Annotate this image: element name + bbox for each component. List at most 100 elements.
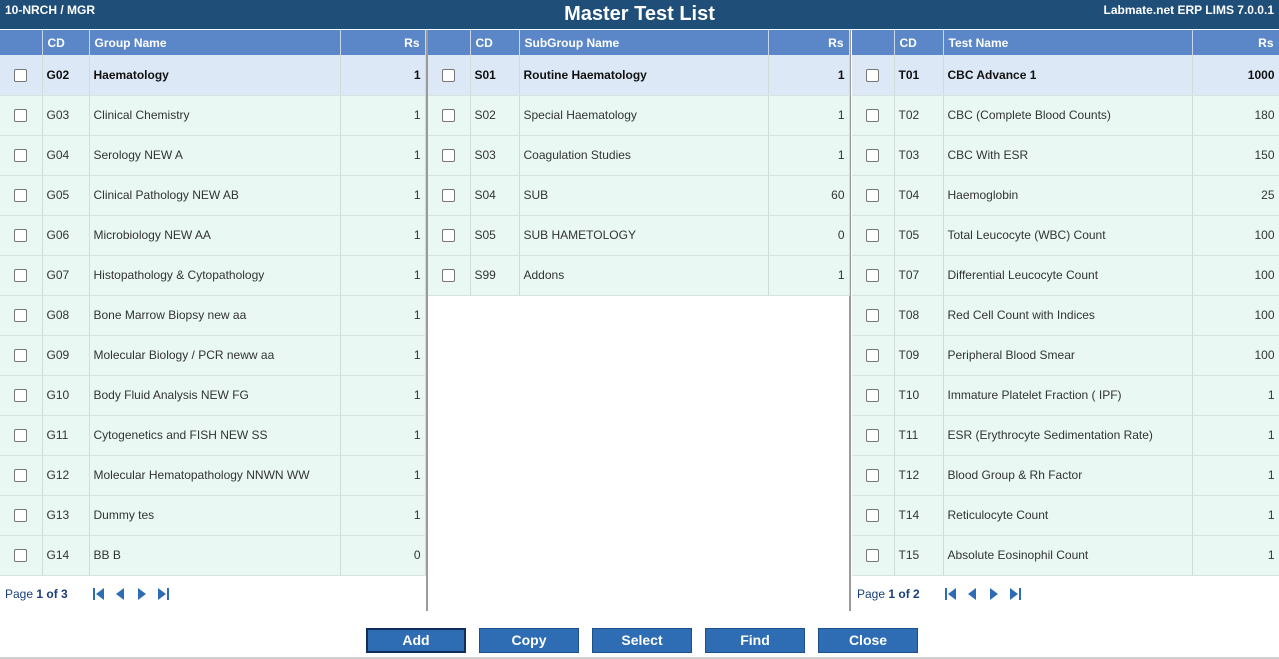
subgroup-name-column-header[interactable]: SubGroup Name <box>519 30 769 55</box>
table-row[interactable]: T09 Peripheral Blood Smear 100 <box>852 335 1279 376</box>
row-checkbox[interactable] <box>14 68 28 82</box>
group-name-column-header[interactable]: Group Name <box>89 30 341 55</box>
row-checkbox[interactable] <box>14 229 28 243</box>
row-checkbox[interactable] <box>14 349 28 363</box>
checkbox-cell[interactable] <box>0 55 43 96</box>
row-checkbox[interactable] <box>866 349 880 363</box>
prev-page-icon[interactable] <box>113 587 127 601</box>
close-button[interactable]: Close <box>818 628 918 653</box>
prev-page-icon[interactable] <box>965 587 979 601</box>
table-row[interactable]: S99 Addons 1 <box>428 255 850 296</box>
checkbox-cell[interactable] <box>852 415 895 456</box>
row-checkbox[interactable] <box>866 68 880 82</box>
checkbox-cell[interactable] <box>0 215 43 256</box>
row-checkbox[interactable] <box>14 549 28 563</box>
rs-column-header[interactable]: Rs <box>1192 30 1279 55</box>
checkbox-cell[interactable] <box>0 415 43 456</box>
table-row[interactable]: T03 CBC With ESR 150 <box>852 135 1279 176</box>
last-page-icon[interactable] <box>1008 587 1022 601</box>
table-row[interactable]: G04 Serology NEW A1 <box>0 135 426 176</box>
row-checkbox[interactable] <box>866 389 880 403</box>
row-checkbox[interactable] <box>14 309 28 323</box>
checkbox-cell[interactable] <box>852 255 895 296</box>
table-row[interactable]: G10 Body Fluid Analysis NEW FG 1 <box>0 375 426 416</box>
table-row[interactable]: G11 Cytogenetics and FISH NEW SS 1 <box>0 415 426 456</box>
rs-column-header[interactable]: Rs <box>340 30 426 55</box>
table-row[interactable]: T05 Total Leucocyte (WBC) Count 100 <box>852 215 1279 256</box>
table-row[interactable]: G13 Dummy tes 1 <box>0 495 426 536</box>
row-checkbox[interactable] <box>14 429 28 443</box>
checkbox-cell[interactable] <box>428 215 471 256</box>
table-row[interactable]: T14 Reticulocyte Count 1 <box>852 495 1279 536</box>
checkbox-cell[interactable] <box>852 455 895 496</box>
checkbox-cell[interactable] <box>852 495 895 536</box>
add-button[interactable]: Add <box>366 628 466 653</box>
last-page-icon[interactable] <box>156 587 170 601</box>
row-checkbox[interactable] <box>442 68 456 82</box>
table-row[interactable]: T11 ESR (Erythrocyte Sedimentation Rate) 1 <box>852 415 1279 456</box>
table-row[interactable]: G06 Microbiology NEW AA 1 <box>0 215 426 256</box>
checkbox-cell[interactable] <box>852 95 895 136</box>
table-row[interactable]: S02 Special Haematology 1 <box>428 95 850 136</box>
rs-column-header[interactable]: Rs <box>768 30 850 55</box>
checkbox-cell[interactable] <box>0 135 43 176</box>
row-checkbox[interactable] <box>866 229 880 243</box>
table-row[interactable]: T08 Red Cell Count with Indices 100 <box>852 295 1279 336</box>
checkbox-cell[interactable] <box>0 255 43 296</box>
checkbox-cell[interactable] <box>0 295 43 336</box>
checkbox-cell[interactable] <box>0 495 43 536</box>
table-row[interactable]: G08 Bone Marrow Biopsy new aa 1 <box>0 295 426 336</box>
row-checkbox[interactable] <box>866 189 880 203</box>
checkbox-cell[interactable] <box>428 175 471 216</box>
row-checkbox[interactable] <box>14 189 28 203</box>
table-row[interactable]: G14 BB B0 <box>0 535 426 576</box>
checkbox-cell[interactable] <box>0 175 43 216</box>
row-checkbox[interactable] <box>14 469 28 483</box>
checkbox-cell[interactable] <box>428 55 471 96</box>
table-row[interactable]: T02 CBC (Complete Blood Counts) 180 <box>852 95 1279 136</box>
row-checkbox[interactable] <box>14 389 28 403</box>
checkbox-cell[interactable] <box>852 175 895 216</box>
next-page-icon[interactable] <box>987 587 1001 601</box>
table-row[interactable]: S04 SUB 60 <box>428 175 850 216</box>
table-row[interactable]: T15 Absolute Eosinophil Count 1 <box>852 535 1279 576</box>
checkbox-cell[interactable] <box>0 455 43 496</box>
checkbox-cell[interactable] <box>852 295 895 336</box>
checkbox-cell[interactable] <box>0 335 43 376</box>
checkbox-cell[interactable] <box>0 95 43 136</box>
table-row[interactable]: G07 Histopathology & Cytopathology 1 <box>0 255 426 296</box>
checkbox-cell[interactable] <box>852 215 895 256</box>
row-checkbox[interactable] <box>866 309 880 323</box>
row-checkbox[interactable] <box>14 149 28 163</box>
row-checkbox[interactable] <box>442 149 456 163</box>
table-row[interactable]: G05 Clinical Pathology NEW AB 1 <box>0 175 426 216</box>
table-row[interactable]: T04 Haemoglobin 25 <box>852 175 1279 216</box>
row-checkbox[interactable] <box>442 269 456 283</box>
table-row[interactable]: T01 CBC Advance 1 1000 <box>852 55 1279 96</box>
checkbox-cell[interactable] <box>428 135 471 176</box>
row-checkbox[interactable] <box>442 229 456 243</box>
checkbox-cell[interactable] <box>428 255 471 296</box>
checkbox-cell[interactable] <box>0 375 43 416</box>
table-row[interactable]: T07 Differential Leucocyte Count 100 <box>852 255 1279 296</box>
checkbox-cell[interactable] <box>852 535 895 576</box>
cd-column-header[interactable]: CD <box>42 30 90 55</box>
table-row[interactable]: G09 Molecular Biology / PCR neww aa 1 <box>0 335 426 376</box>
test-name-column-header[interactable]: Test Name <box>943 30 1193 55</box>
next-page-icon[interactable] <box>135 587 149 601</box>
row-checkbox[interactable] <box>14 109 28 123</box>
copy-button[interactable]: Copy <box>479 628 579 653</box>
row-checkbox[interactable] <box>866 509 880 523</box>
cd-column-header[interactable]: CD <box>894 30 944 55</box>
row-checkbox[interactable] <box>866 429 880 443</box>
table-row[interactable]: G02 Haematology 1 <box>0 55 426 96</box>
table-row[interactable]: T10 Immature Platelet Fraction ( IPF) 1 <box>852 375 1279 416</box>
checkbox-cell[interactable] <box>852 55 895 96</box>
find-button[interactable]: Find <box>705 628 805 653</box>
row-checkbox[interactable] <box>866 149 880 163</box>
table-row[interactable]: S01 Routine Haematology 1 <box>428 55 850 96</box>
checkbox-cell[interactable] <box>428 95 471 136</box>
checkbox-cell[interactable] <box>852 135 895 176</box>
select-button[interactable]: Select <box>592 628 692 653</box>
row-checkbox[interactable] <box>866 469 880 483</box>
